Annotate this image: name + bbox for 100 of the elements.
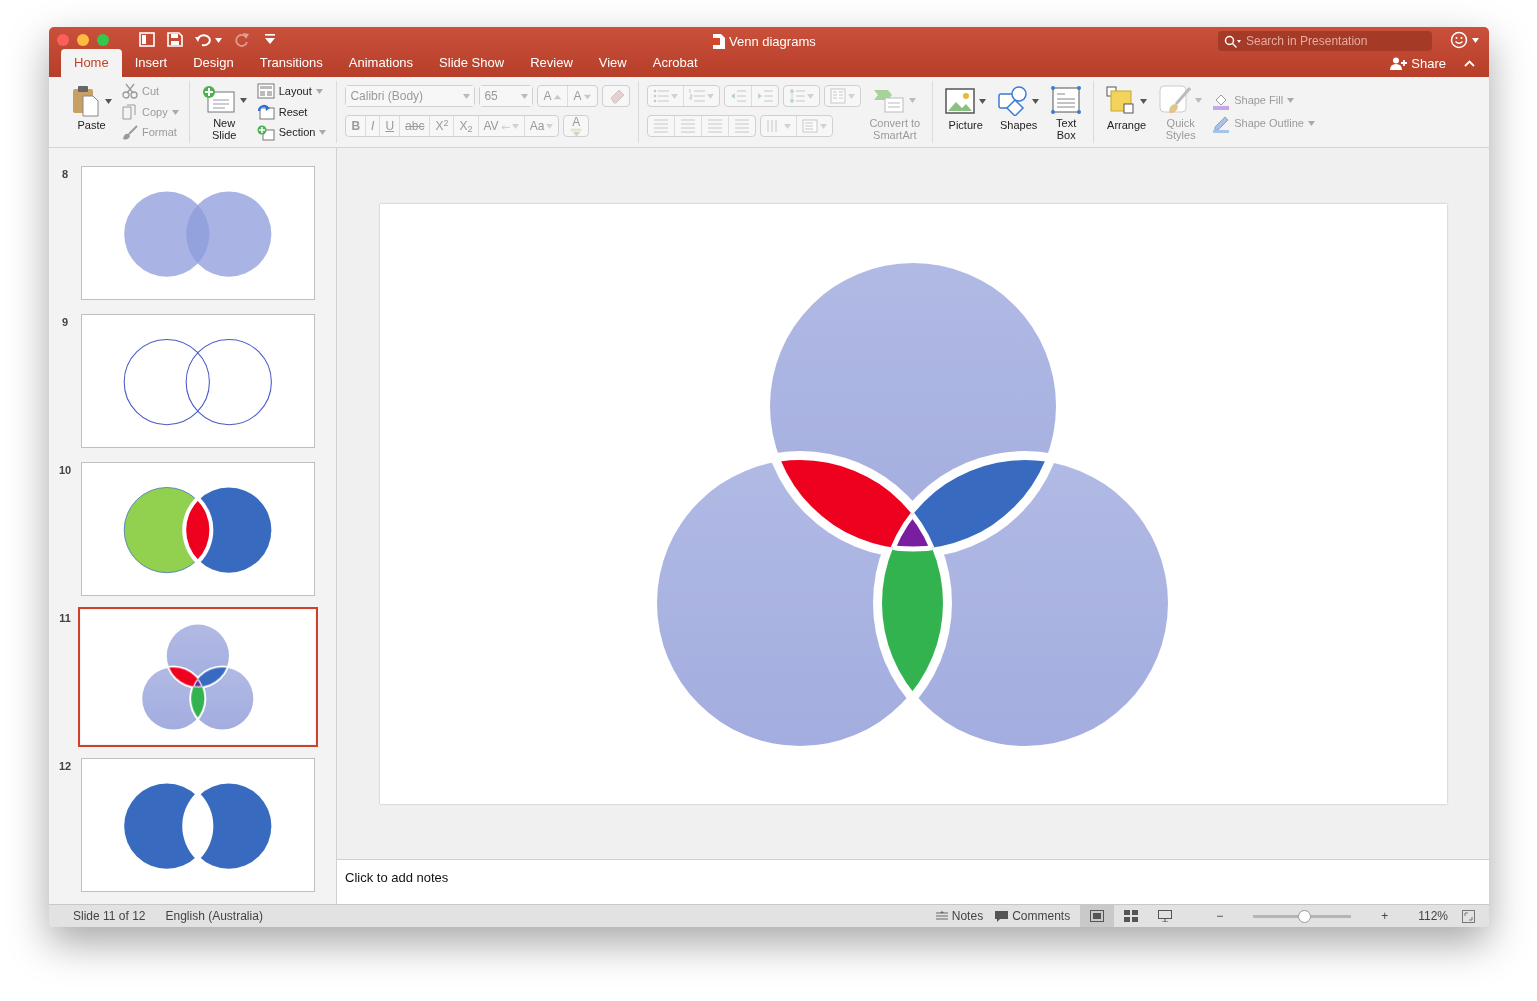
notes-icon — [935, 911, 948, 921]
smiley-icon — [1450, 30, 1468, 49]
justify-icon — [734, 118, 751, 134]
normal-view-icon — [1090, 910, 1105, 922]
ribbon-tab[interactable]: Slide Show — [426, 48, 518, 77]
increase-indent-icon — [757, 88, 774, 104]
comments-button[interactable]: Comments — [989, 905, 1077, 927]
slide-number: 9 — [61, 316, 69, 328]
ribbon-button[interactable]: Paste — [67, 81, 116, 143]
eraser-icon — [608, 88, 625, 104]
slide-sorter-icon — [1124, 910, 1139, 922]
minimize-button[interactable] — [77, 33, 89, 46]
bullet-list-icon — [653, 88, 670, 104]
caret-icon — [171, 109, 179, 115]
caret-icon — [511, 123, 519, 129]
align-left-icon — [653, 118, 670, 134]
ribbon-button[interactable]: New Slide — [197, 81, 251, 143]
caret-icon — [319, 130, 327, 136]
share-button[interactable]: Share — [1390, 53, 1446, 73]
slide-number: 11 — [59, 612, 71, 624]
zoom-in-button[interactable]: + — [1375, 905, 1395, 927]
undo-icon — [195, 32, 211, 47]
caret-icon — [239, 97, 247, 103]
ribbon-button[interactable]: Section — [254, 122, 329, 143]
sidebar-button[interactable] — [137, 32, 157, 47]
ribbon-tab[interactable]: Design — [180, 48, 247, 77]
ribbon-button[interactable]: Shapes — [994, 81, 1044, 143]
decrease-indent-icon — [730, 88, 747, 104]
zoom-out-button[interactable]: − — [1210, 905, 1230, 927]
slide-thumbnail[interactable] — [81, 758, 315, 892]
slide-number: 10 — [58, 464, 72, 476]
window-title: Venn diagrams — [729, 33, 816, 51]
presenter-icon — [1158, 910, 1173, 922]
color-bar-icon — [569, 128, 584, 132]
align-text-icon — [802, 118, 819, 134]
caret-icon — [707, 93, 715, 99]
arrange-icon — [1106, 86, 1137, 116]
collapse-ribbon-button[interactable] — [1462, 59, 1477, 67]
numbered-list-icon — [689, 88, 706, 104]
ribbon-tab[interactable]: Review — [517, 48, 586, 77]
redo-icon — [234, 32, 250, 47]
ribbon-button[interactable]: Reset — [254, 101, 329, 123]
notes-field[interactable]: Click to add notes — [337, 859, 1489, 904]
caret-icon — [1140, 98, 1148, 104]
ribbon-tab[interactable]: Acrobat — [639, 48, 711, 77]
slide-number: 12 — [58, 760, 72, 772]
caret-icon — [572, 132, 580, 137]
caret-icon — [521, 93, 529, 99]
slide-thumbnail[interactable] — [81, 314, 315, 448]
scissors-icon — [122, 83, 138, 100]
caret-icon — [848, 93, 856, 99]
sidebar-icon — [139, 32, 155, 47]
save-icon — [167, 32, 183, 47]
close-button[interactable] — [57, 33, 69, 46]
maximize-button[interactable] — [97, 33, 109, 46]
ribbon-button[interactable]: Layout — [254, 81, 329, 102]
view-button[interactable] — [1080, 905, 1115, 927]
caret-icon — [1195, 97, 1203, 103]
pencil-icon — [1212, 114, 1231, 133]
align-right-icon — [707, 118, 724, 134]
ribbon-button[interactable]: Arrange — [1102, 81, 1152, 143]
caret-icon — [671, 93, 679, 99]
ribbon-tab[interactable]: Home — [61, 48, 122, 77]
document-icon — [712, 34, 725, 50]
ribbon-button[interactable]: Text Box — [1047, 81, 1086, 143]
slide-thumbnail[interactable] — [81, 462, 315, 596]
caret-icon — [1472, 37, 1479, 43]
text-box-icon — [1051, 86, 1082, 114]
caret-icon — [463, 93, 471, 99]
save-button[interactable] — [165, 32, 185, 47]
ribbon-tab[interactable]: Insert — [121, 48, 181, 77]
paintbrush-icon — [122, 124, 138, 141]
caret-icon — [909, 97, 917, 103]
layout-icon — [256, 83, 275, 100]
add-person-icon — [1390, 56, 1408, 70]
caret-icon — [315, 88, 323, 94]
caret-icon — [820, 123, 828, 129]
ribbon-tab[interactable]: Transitions — [246, 48, 336, 77]
caret-icon — [784, 123, 792, 129]
caret-icon — [1032, 98, 1040, 104]
picture-icon — [945, 88, 976, 114]
chevron-up-icon — [1464, 59, 1475, 67]
ribbon-tab[interactable]: View — [585, 48, 640, 77]
ribbon-tab[interactable]: Animations — [335, 48, 427, 77]
line-spacing-icon — [789, 88, 806, 104]
align-center-icon — [680, 118, 697, 134]
caret-icon — [807, 93, 815, 99]
slide-thumbnail[interactable] — [81, 166, 315, 300]
add-section-icon — [256, 124, 275, 141]
fit-window-icon — [1462, 909, 1475, 923]
ribbon-button[interactable]: Picture — [941, 81, 991, 143]
new-slide-icon — [201, 85, 236, 115]
clipboard-icon — [71, 85, 101, 117]
caret-icon — [546, 123, 554, 129]
zoom-slider-thumb[interactable] — [1298, 909, 1312, 923]
caret-icon — [1307, 121, 1315, 126]
zoom-level: 112% — [1418, 908, 1448, 925]
notes-button[interactable]: Notes — [929, 905, 990, 927]
language: English (Australia) — [165, 908, 263, 925]
columns-icon — [830, 88, 847, 104]
